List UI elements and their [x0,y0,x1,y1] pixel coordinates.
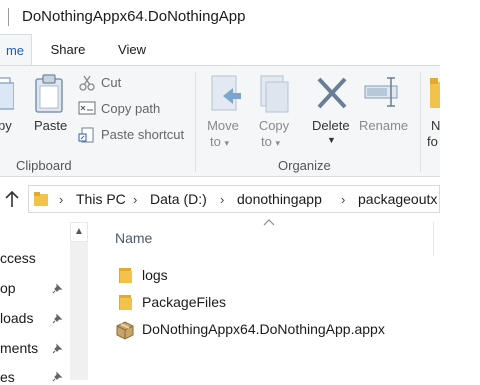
title-separator [8,8,9,26]
column-header-name[interactable]: Name [115,230,152,246]
chevron-right-icon[interactable]: › [341,192,345,207]
pin-icon[interactable] [52,282,64,294]
clipboard-icon[interactable] [34,74,64,114]
folder-icon [34,192,48,206]
chevron-right-icon[interactable]: › [133,192,137,207]
paste-shortcut-icon [78,127,94,143]
folder-icon [119,268,132,283]
nav-item-pictures[interactable]: es [0,369,15,385]
nav-item-downloads[interactable]: loads [0,310,33,326]
tab-home[interactable]: me [0,34,32,66]
copy-path-label: Copy path [101,101,161,116]
nav-item-documents[interactable]: ments [0,340,38,356]
group-divider [195,72,196,172]
file-name: DoNothingAppx64.DoNothingApp.appx [142,321,385,337]
tab-share[interactable]: Share [42,34,94,66]
rename-button-label[interactable]: Rename [359,118,408,134]
rename-icon[interactable] [363,76,401,108]
sort-ascending-icon [263,219,275,226]
new-folder-label-line2[interactable]: fo [427,134,438,150]
organize-group-label: Organize [278,158,331,173]
nav-pane-scrollbar[interactable] [70,222,88,380]
copy-to-label-line1[interactable]: Copy [258,118,290,134]
breadcrumb-this-pc[interactable]: This PC [76,191,126,207]
file-row-logs[interactable]: logs [115,264,435,290]
cut-label: Cut [101,75,122,90]
pin-icon[interactable] [52,370,64,382]
breadcrumb-donothingapp[interactable]: donothingapp [237,191,322,207]
nav-item-quick-access[interactable]: ccess [0,250,36,266]
move-to-label-line2[interactable]: to ▾ [210,134,229,151]
scroll-up-arrow-icon[interactable]: ▲ [70,222,88,242]
up-arrow-icon[interactable] [4,190,20,208]
folder-icon [119,295,132,310]
breadcrumb-data-drive[interactable]: Data (D:) [150,191,207,207]
file-name: PackageFiles [142,294,227,310]
file-row-packagefiles[interactable]: PackageFiles [115,291,435,317]
chevron-right-icon[interactable]: › [59,192,63,207]
package-icon [116,321,134,340]
ribbon-tab-bar: me Share View [0,34,440,66]
pin-icon[interactable] [52,342,64,354]
paste-shortcut-label: Paste shortcut [101,127,185,142]
move-to-label-line1[interactable]: Move [206,118,240,134]
copy-path-icon [78,101,96,115]
delete-x-icon[interactable] [316,76,348,110]
scissors-icon [79,75,95,91]
file-name: logs [142,267,168,283]
file-row-appx[interactable]: DoNothingAppx64.DoNothingApp.appx [115,318,435,344]
copy-icon[interactable] [0,74,14,112]
copy-button-label[interactable]: py [0,118,12,134]
move-to-icon[interactable] [209,74,243,114]
paste-button-label[interactable]: Paste [34,118,67,134]
ribbon: py Paste Cut Copy path Paste shortcut Cl… [0,65,440,177]
new-folder-icon[interactable] [428,76,440,110]
copy-to-icon[interactable] [258,74,290,114]
copy-to-label-line2[interactable]: to ▾ [261,134,280,151]
group-divider [420,72,421,172]
address-bar[interactable]: › This PC › Data (D:) › donothingapp › p… [28,185,440,213]
breadcrumb-packageout[interactable]: packageoutx [358,191,437,207]
chevron-right-icon[interactable]: › [220,192,224,207]
nav-item-desktop[interactable]: op [0,280,16,296]
window-right-edge [440,0,480,380]
window-title: DoNothingAppx64.DoNothingApp [22,8,246,25]
delete-dropdown-caret[interactable]: ▼ [327,132,336,148]
tab-view[interactable]: View [106,34,158,66]
pin-icon[interactable] [52,312,64,324]
column-divider[interactable] [433,222,434,256]
new-folder-label-line1[interactable]: N [431,118,440,134]
clipboard-group-label: Clipboard [16,158,72,173]
